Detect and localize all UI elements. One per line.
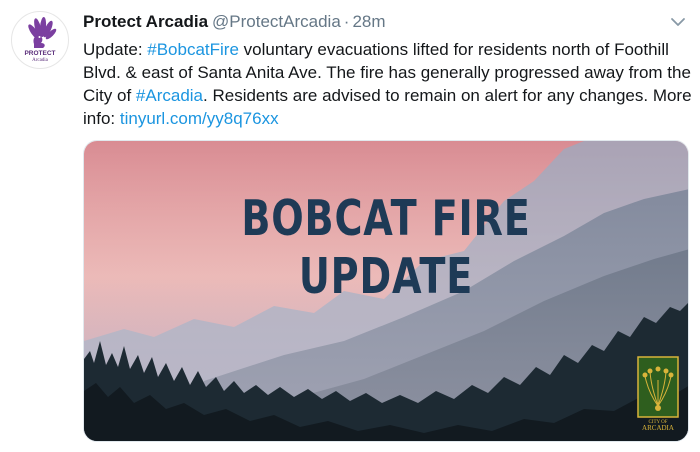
chevron-down-icon xyxy=(671,18,685,26)
avatar-text-bottom: Arcadia xyxy=(32,58,49,63)
hashtag-arcadia[interactable]: #Arcadia xyxy=(136,86,203,105)
author-name[interactable]: Protect Arcadia xyxy=(83,12,208,31)
avatar-text-top: PROTECT xyxy=(24,50,55,57)
seal-text-bottom: ARCADIA xyxy=(642,424,674,432)
peacock-logo-icon: PROTECT Arcadia xyxy=(13,13,67,67)
tweet-image[interactable]: BOBCAT FIRE UPDATE CITY OF ARCADIA xyxy=(83,140,689,442)
timestamp[interactable]: 28m xyxy=(352,12,385,31)
city-of-arcadia-seal: CITY OF ARCADIA xyxy=(637,356,679,432)
tweet-text: Update: #BobcatFire voluntary evacuation… xyxy=(83,38,693,130)
headline-line2: UPDATE xyxy=(298,248,474,305)
avatar[interactable]: PROTECT Arcadia xyxy=(11,11,69,69)
tweet-link[interactable]: tinyurl.com/yy8q76xx xyxy=(120,109,279,128)
hashtag-bobcatfire[interactable]: #BobcatFire xyxy=(147,40,239,59)
tweet-header: Protect Arcadia @ProtectArcadia · 28m xyxy=(83,11,386,33)
arcadia-seal-icon: CITY OF ARCADIA xyxy=(637,356,679,432)
separator-dot: · xyxy=(343,12,350,31)
headline-line1: BOBCAT FIRE xyxy=(241,190,531,247)
more-options-button[interactable] xyxy=(666,12,690,32)
author-handle[interactable]: @ProtectArcadia xyxy=(212,12,341,31)
tweet[interactable]: PROTECT Arcadia Protect Arcadia @ProtectA… xyxy=(0,0,700,452)
tweet-text-part1: Update: xyxy=(83,40,148,59)
